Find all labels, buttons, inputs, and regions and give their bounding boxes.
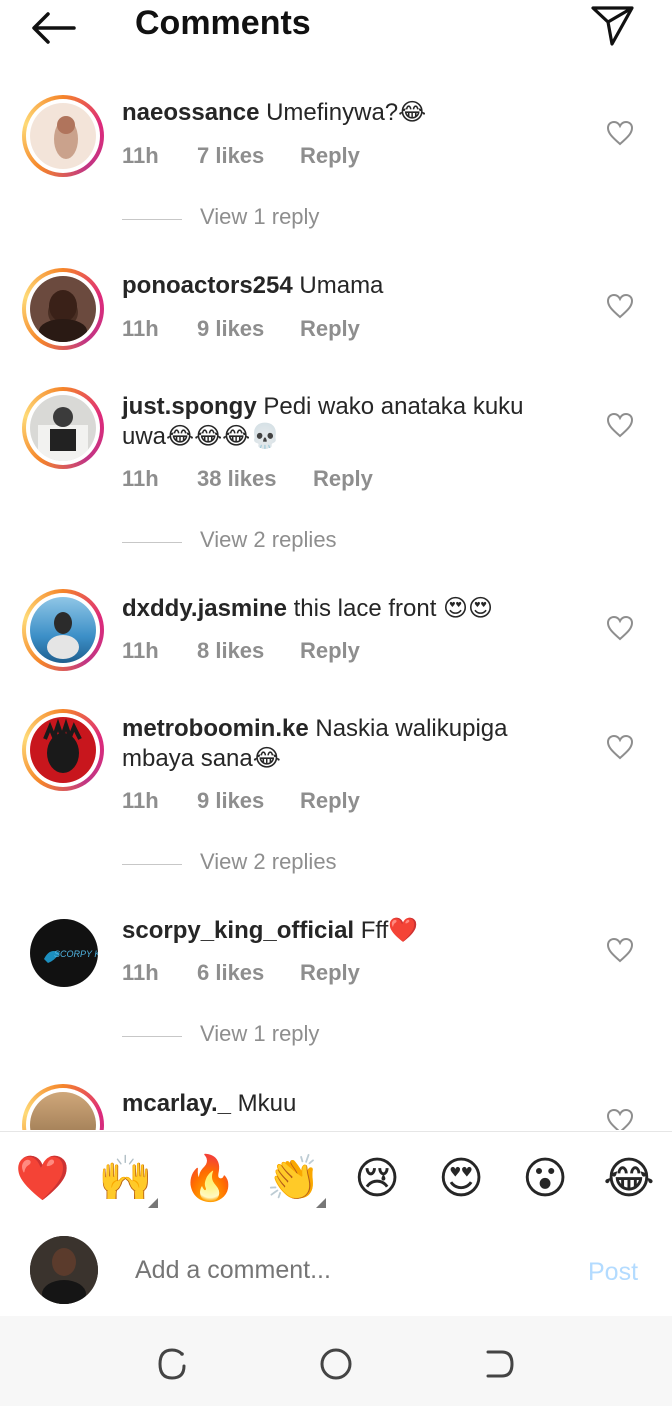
divider-line	[122, 1036, 182, 1037]
comment-username[interactable]: just.spongy	[122, 393, 257, 420]
view-replies-label[interactable]: View 2 replies	[200, 849, 337, 875]
like-heart-icon[interactable]	[606, 615, 634, 641]
avatar[interactable]	[22, 95, 104, 177]
back-nav-icon[interactable]	[480, 1344, 520, 1384]
comment-username[interactable]: mcarlay._	[122, 1090, 231, 1117]
home-icon[interactable]	[316, 1344, 356, 1384]
reply-button[interactable]: Reply	[300, 316, 360, 342]
comment-time: 11h	[122, 143, 159, 168]
comment-likes[interactable]: 8 likes	[197, 638, 264, 664]
comment-time: 11h	[122, 638, 159, 663]
reaction-tears-of-joy[interactable]: 😂	[602, 1152, 656, 1206]
comment-username[interactable]: ponoactors254	[122, 272, 293, 299]
reply-button[interactable]: Reply	[300, 788, 360, 814]
avatar[interactable]	[22, 589, 104, 671]
back-arrow-icon[interactable]	[30, 8, 78, 48]
comment-text: dxddy.jasmine this lace front 😍😍	[122, 594, 562, 624]
comment-likes[interactable]: 6 likes	[197, 960, 264, 986]
current-user-avatar	[30, 1236, 98, 1304]
comment-composer: Post	[0, 1224, 672, 1314]
comment-text: just.spongy Pedi wako anataka kuku uwa😂😂…	[122, 392, 562, 452]
reply-button[interactable]: Reply	[300, 638, 360, 664]
page-title: Comments	[135, 4, 311, 42]
view-replies-label[interactable]: View 1 reply	[200, 204, 319, 230]
comment-text: scorpy_king_official Fff❤️	[122, 916, 562, 946]
divider-line	[122, 542, 182, 543]
reaction-heart[interactable]: ❤️	[15, 1152, 70, 1206]
recent-apps-icon[interactable]	[152, 1344, 192, 1384]
view-replies[interactable]: View 2 replies	[122, 849, 522, 879]
comment-text: ponoactors254 Umama	[122, 271, 562, 301]
reply-button[interactable]: Reply	[300, 143, 360, 169]
view-replies[interactable]: View 1 reply	[122, 1021, 522, 1051]
view-replies[interactable]: View 1 reply	[122, 204, 522, 234]
top-bar: Comments	[0, 0, 672, 60]
view-replies[interactable]: View 2 replies	[122, 527, 522, 557]
like-heart-icon[interactable]	[606, 1108, 634, 1130]
comment-input[interactable]	[135, 1256, 555, 1285]
reaction-crying-face[interactable]: 😢	[350, 1152, 404, 1206]
like-heart-icon[interactable]	[606, 734, 634, 760]
reply-button[interactable]: Reply	[313, 466, 373, 492]
like-heart-icon[interactable]	[606, 937, 634, 963]
comment-username[interactable]: scorpy_king_official	[122, 917, 354, 944]
skin-tone-indicator	[148, 1198, 158, 1208]
avatar[interactable]	[22, 709, 104, 791]
avatar[interactable]	[22, 387, 104, 469]
comment-likes[interactable]: 38 likes	[197, 466, 277, 492]
view-replies-label[interactable]: View 1 reply	[200, 1021, 319, 1047]
raising-hands-emoji: 🙌	[98, 1154, 153, 1203]
comment-username[interactable]: metroboomin.ke	[122, 715, 309, 742]
like-heart-icon[interactable]	[606, 412, 634, 438]
avatar[interactable]: SCORPY KING	[30, 919, 98, 987]
clapping-hands-emoji: 👏	[266, 1154, 321, 1203]
comment-username[interactable]: naeossance	[122, 99, 259, 126]
like-heart-icon[interactable]	[606, 293, 634, 319]
comment-likes[interactable]: 7 likes	[197, 143, 264, 169]
comment-time: 11h	[122, 466, 159, 491]
comment-text: metroboomin.ke Naskia walikupiga mbaya s…	[122, 714, 562, 774]
reaction-raising-hands[interactable]: 🙌	[98, 1152, 158, 1208]
comment-likes[interactable]: 9 likes	[197, 788, 264, 814]
reaction-clapping-hands[interactable]: 👏	[266, 1152, 326, 1208]
reaction-fire[interactable]: 🔥	[182, 1152, 237, 1206]
comment-body: this lace front 😍😍	[293, 595, 494, 622]
system-navigation-bar	[0, 1316, 672, 1406]
avatar[interactable]	[22, 1084, 104, 1130]
comment-body: Umama	[299, 272, 384, 299]
post-button[interactable]: Post	[588, 1258, 638, 1287]
divider-line	[122, 864, 182, 865]
comment-text: naeossance Umefinywa?😂	[122, 98, 562, 128]
comment-body: Fff❤️	[360, 917, 419, 944]
reply-button[interactable]: Reply	[300, 960, 360, 986]
comment-body: Mkuu	[237, 1090, 297, 1117]
comment-time: 11h	[122, 316, 159, 341]
quick-reactions-bar: ❤️ 🙌 🔥 👏 😢 😍 😮 😂	[0, 1131, 672, 1225]
view-replies-label[interactable]: View 2 replies	[200, 527, 337, 553]
comments-list[interactable]: naeossance Umefinywa?😂 11h 7 likes Reply…	[0, 60, 672, 1130]
comment-time: 11h	[122, 788, 159, 813]
reaction-surprised-face[interactable]: 😮	[518, 1152, 572, 1206]
skin-tone-indicator	[316, 1198, 326, 1208]
avatar-logo-text: SCORPY KING	[54, 949, 98, 959]
comment-body: Umefinywa?😂	[266, 99, 427, 126]
send-icon[interactable]	[588, 2, 636, 48]
avatar[interactable]	[22, 268, 104, 350]
comment-likes[interactable]: 9 likes	[197, 316, 264, 342]
comment-username[interactable]: dxddy.jasmine	[122, 595, 287, 622]
like-heart-icon[interactable]	[606, 120, 634, 146]
divider-line	[122, 219, 182, 220]
comment-text: mcarlay._ Mkuu	[122, 1089, 562, 1119]
reaction-heart-eyes[interactable]: 😍	[434, 1152, 488, 1206]
comment-time: 11h	[122, 960, 159, 985]
